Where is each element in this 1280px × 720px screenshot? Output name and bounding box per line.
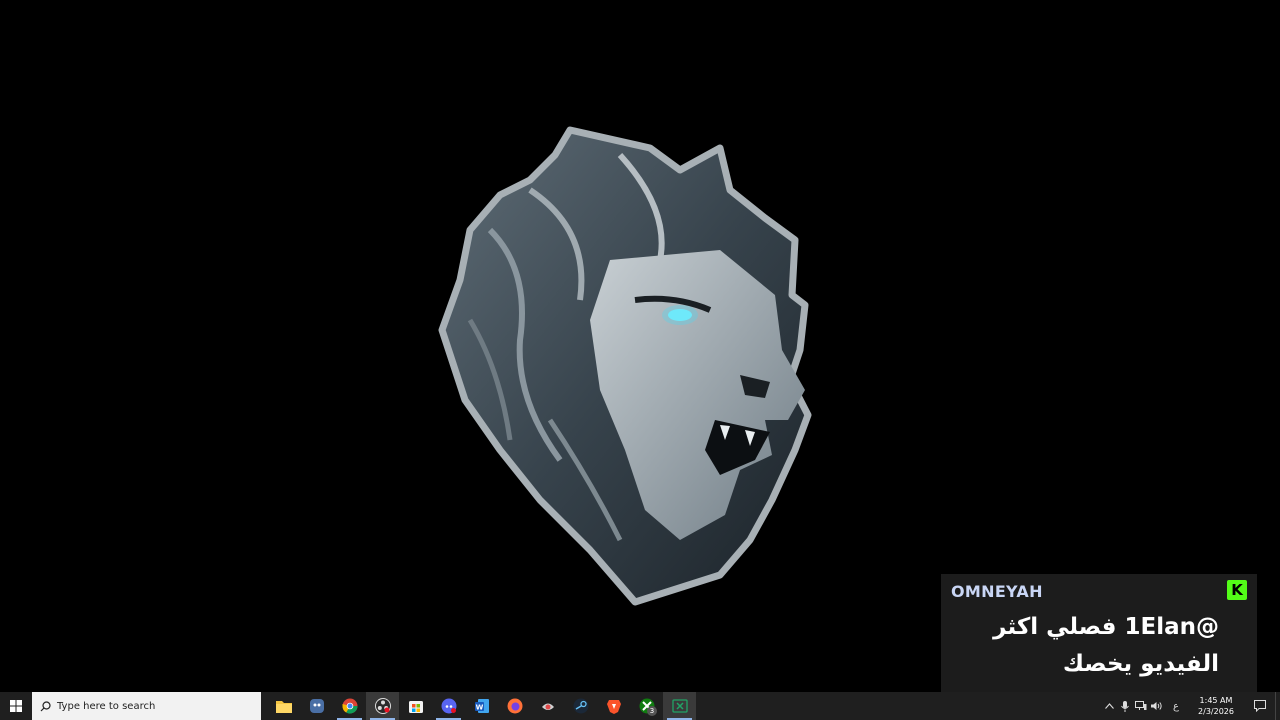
steam-button[interactable]	[564, 692, 597, 720]
chat-message-overlay: OMNEYAH K @1Elan فصلي اكثر الفيديو يخصك	[941, 574, 1257, 692]
microsoft-store-button[interactable]	[399, 692, 432, 720]
windows-icon	[10, 700, 22, 712]
taskbar: Type here to search W 3 ع 1:45 AM 2/3/20…	[0, 692, 1280, 720]
word-button[interactable]: W	[465, 692, 498, 720]
volume-button[interactable]	[1149, 692, 1165, 720]
firefox-button[interactable]	[498, 692, 531, 720]
network-button[interactable]	[1133, 692, 1149, 720]
microphone-icon	[1121, 700, 1129, 712]
microsoft-store-icon	[408, 701, 423, 713]
steam-icon	[573, 698, 588, 714]
lion-head-wallpaper-icon	[438, 126, 812, 606]
kick-icon: K	[1227, 580, 1247, 600]
system-tray: ع 1:45 AM 2/3/2026	[1101, 692, 1280, 720]
brave-button[interactable]	[597, 692, 630, 720]
firefox-icon	[507, 698, 522, 714]
obs-icon	[374, 698, 391, 714]
show-desktop-button[interactable]	[1275, 692, 1280, 720]
discord-button[interactable]	[432, 692, 465, 720]
app-icon	[309, 699, 324, 713]
app-button[interactable]	[300, 692, 333, 720]
search-placeholder: Type here to search	[57, 700, 156, 712]
xbox-button[interactable]: 3	[630, 692, 663, 720]
clock-time: 1:45 AM	[1199, 696, 1233, 705]
excel-icon	[671, 699, 688, 713]
app-icon	[541, 703, 554, 710]
chrome-icon	[341, 698, 358, 714]
clock[interactable]: 1:45 AM 2/3/2026	[1193, 695, 1239, 717]
brave-icon	[606, 700, 621, 714]
show-hidden-icons-button[interactable]	[1101, 692, 1117, 720]
network-icon	[1135, 701, 1147, 710]
clock-date: 2/3/2026	[1198, 707, 1234, 716]
discord-icon	[441, 698, 456, 714]
file-explorer-button[interactable]	[267, 692, 300, 720]
chat-message-text: @1Elan فصلي اكثر الفيديو يخصك	[993, 614, 1219, 677]
start-button[interactable]	[0, 692, 32, 720]
microphone-button[interactable]	[1117, 692, 1133, 720]
chrome-button[interactable]	[333, 692, 366, 720]
app-button-2[interactable]	[531, 692, 564, 720]
search-box[interactable]: Type here to search	[32, 692, 261, 720]
chat-username: OMNEYAH	[951, 582, 1043, 601]
file-explorer-icon	[275, 701, 292, 713]
svg-text:W: W	[475, 704, 483, 712]
excel-button[interactable]	[663, 692, 696, 720]
search-icon	[40, 700, 51, 711]
notification-icon	[1254, 700, 1266, 712]
chevron-up-icon	[1104, 703, 1114, 709]
obs-button[interactable]	[366, 692, 399, 720]
desktop: OMNEYAH K @1Elan فصلي اكثر الفيديو يخصك	[0, 0, 1280, 692]
word-icon: W	[474, 699, 489, 713]
notification-center-button[interactable]	[1245, 692, 1275, 720]
input-language-button[interactable]: ع	[1165, 692, 1187, 720]
xbox-notification-badge: 3	[647, 706, 657, 716]
speaker-icon	[1151, 702, 1162, 710]
